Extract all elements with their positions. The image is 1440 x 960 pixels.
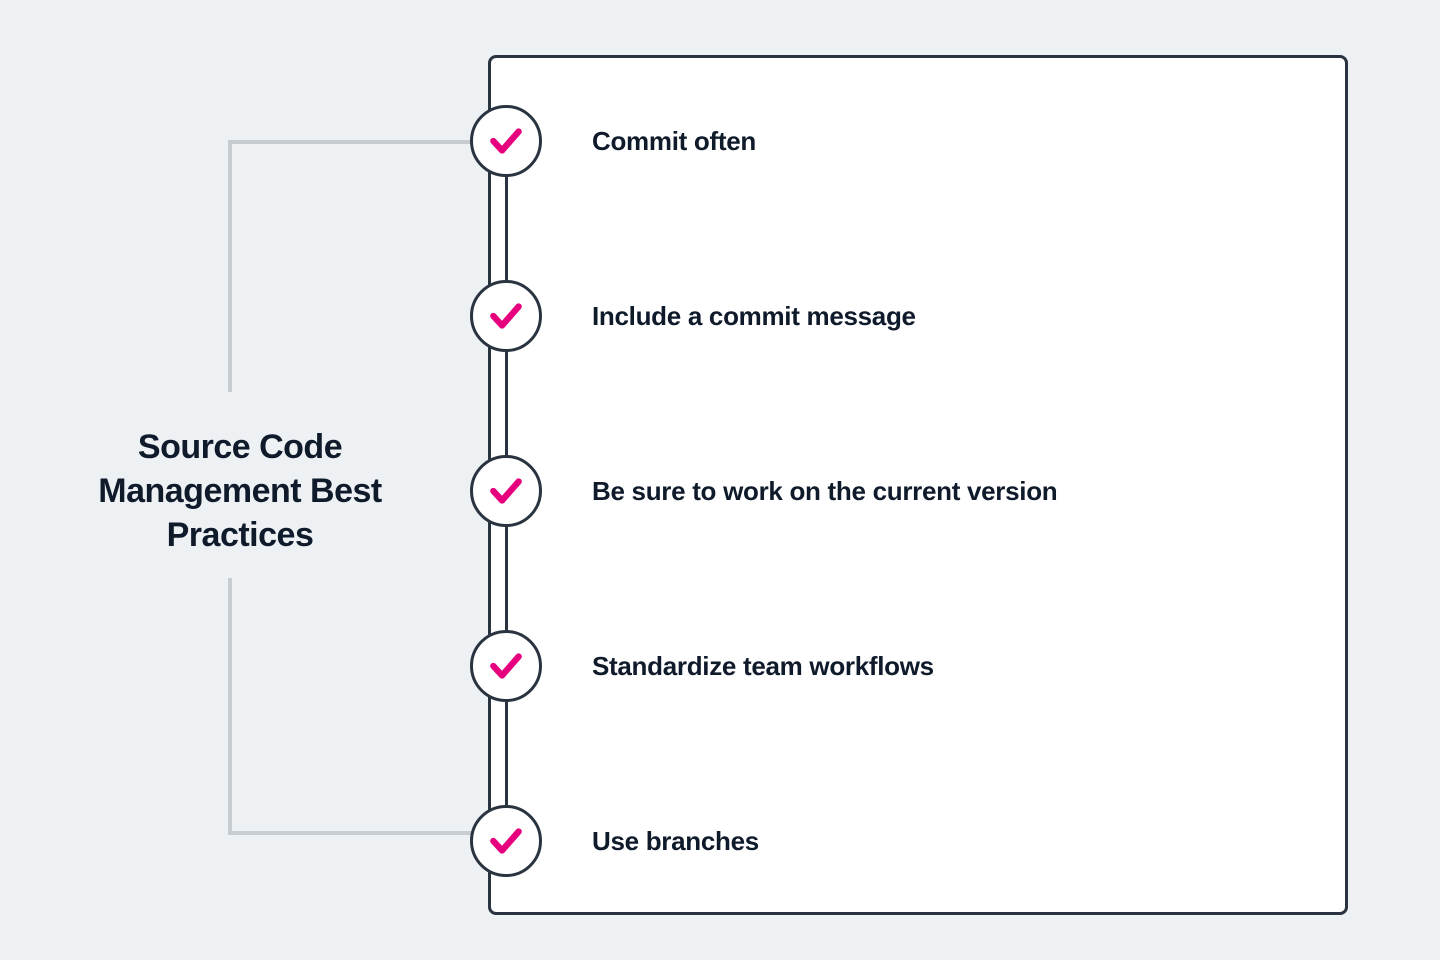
check-icon <box>470 455 542 527</box>
practice-label: Commit often <box>592 126 756 157</box>
practice-label: Standardize team workflows <box>592 651 934 682</box>
practice-label: Use branches <box>592 826 759 857</box>
check-icon <box>470 280 542 352</box>
practice-item: Standardize team workflows <box>470 630 934 702</box>
diagram-title: Source Code Management Best Practices <box>80 425 400 558</box>
check-icon <box>470 805 542 877</box>
practice-item: Be sure to work on the current version <box>470 455 1057 527</box>
practice-item: Use branches <box>470 805 759 877</box>
practice-item: Include a commit message <box>470 280 916 352</box>
check-icon <box>470 630 542 702</box>
practice-item: Commit often <box>470 105 756 177</box>
practice-label: Include a commit message <box>592 301 916 332</box>
practice-label: Be sure to work on the current version <box>592 476 1057 507</box>
check-icon <box>470 105 542 177</box>
